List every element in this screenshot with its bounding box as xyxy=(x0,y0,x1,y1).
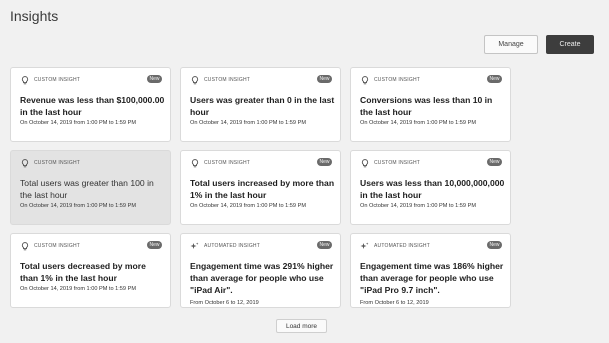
insight-card[interactable]: AUTOMATED INSIGHT New Engagement time wa… xyxy=(180,233,341,308)
insight-type-label: CUSTOM INSIGHT xyxy=(374,160,421,166)
insight-title: Total users decreased by more than 1% in… xyxy=(20,261,146,283)
insight-date: From October 6 to 12, 2019 xyxy=(190,300,259,306)
new-badge: New xyxy=(147,75,162,83)
insight-type-label: CUSTOM INSIGHT xyxy=(34,243,81,249)
insight-title: Engagement time was 291% higher than ave… xyxy=(190,261,334,295)
insight-date: On October 14, 2019 from 1:00 PM to 1:59… xyxy=(190,120,306,126)
insight-card-selected[interactable]: CUSTOM INSIGHT Total users was greater t… xyxy=(10,150,171,225)
lightbulb-icon xyxy=(20,75,29,85)
insight-title: Users was less than 10,000,000,000 in th… xyxy=(360,178,505,200)
insight-type-label: CUSTOM INSIGHT xyxy=(204,77,251,83)
insight-card[interactable]: CUSTOM INSIGHT New Revenue was less than… xyxy=(10,67,171,142)
insight-date: On October 14, 2019 from 1:00 PM to 1:59… xyxy=(20,286,136,292)
manage-button[interactable]: Manage xyxy=(484,35,538,54)
create-button[interactable]: Create xyxy=(546,35,594,54)
insight-card[interactable]: CUSTOM INSIGHT New Conversions was less … xyxy=(350,67,511,142)
insight-type-label: CUSTOM INSIGHT xyxy=(34,77,81,83)
new-badge: New xyxy=(317,75,332,83)
insight-card[interactable]: CUSTOM INSIGHT New Users was less than 1… xyxy=(350,150,511,225)
lightbulb-icon xyxy=(20,241,29,251)
new-badge: New xyxy=(487,75,502,83)
insight-type-label: CUSTOM INSIGHT xyxy=(374,77,421,83)
insight-title: Users was greater than 0 in the last hou… xyxy=(190,95,335,117)
insight-title: Revenue was less than $100,000.00 in the… xyxy=(20,95,165,117)
lightbulb-icon xyxy=(190,158,199,168)
new-badge: New xyxy=(487,241,502,249)
insight-title: Total users increased by more than 1% in… xyxy=(190,178,335,200)
new-badge: New xyxy=(147,241,162,249)
new-badge: New xyxy=(317,241,332,249)
page-title: Insights xyxy=(10,8,59,24)
insight-date: On October 14, 2019 from 1:00 PM to 1:59… xyxy=(190,203,306,209)
insight-date: On October 14, 2019 from 1:00 PM to 1:59… xyxy=(360,120,476,126)
insight-date: From October 6 to 12, 2019 xyxy=(360,300,429,306)
insight-type-label: CUSTOM INSIGHT xyxy=(204,160,251,166)
lightbulb-icon xyxy=(190,75,199,85)
insight-card[interactable]: CUSTOM INSIGHT New Users was greater tha… xyxy=(180,67,341,142)
sparkle-icon xyxy=(360,242,369,251)
insight-title: Conversions was less than 10 in the last… xyxy=(360,95,493,117)
sparkle-icon xyxy=(190,242,199,251)
insight-card[interactable]: CUSTOM INSIGHT New Total users increased… xyxy=(180,150,341,225)
insight-card[interactable]: AUTOMATED INSIGHT New Engagement time wa… xyxy=(350,233,511,308)
new-badge: New xyxy=(487,158,502,166)
load-more-button[interactable]: Load more xyxy=(276,319,327,333)
new-badge: New xyxy=(317,158,332,166)
insight-card[interactable]: CUSTOM INSIGHT New Total users decreased… xyxy=(10,233,171,308)
insights-grid: CUSTOM INSIGHT New Revenue was less than… xyxy=(10,67,511,308)
insight-title: Engagement time was 186% higher than ave… xyxy=(360,261,504,295)
insight-title: Total users was greater than 100 in the … xyxy=(20,178,154,200)
insight-date: On October 14, 2019 from 1:00 PM to 1:59… xyxy=(360,203,476,209)
insight-type-label: AUTOMATED INSIGHT xyxy=(204,243,260,249)
insight-type-label: CUSTOM INSIGHT xyxy=(34,160,81,166)
insight-date: On October 14, 2019 from 1:00 PM to 1:59… xyxy=(20,120,136,126)
lightbulb-icon xyxy=(360,75,369,85)
insight-date: On October 14, 2019 from 1:00 PM to 1:59… xyxy=(20,203,136,209)
insight-type-label: AUTOMATED INSIGHT xyxy=(374,243,430,249)
lightbulb-icon xyxy=(20,158,29,168)
lightbulb-icon xyxy=(360,158,369,168)
